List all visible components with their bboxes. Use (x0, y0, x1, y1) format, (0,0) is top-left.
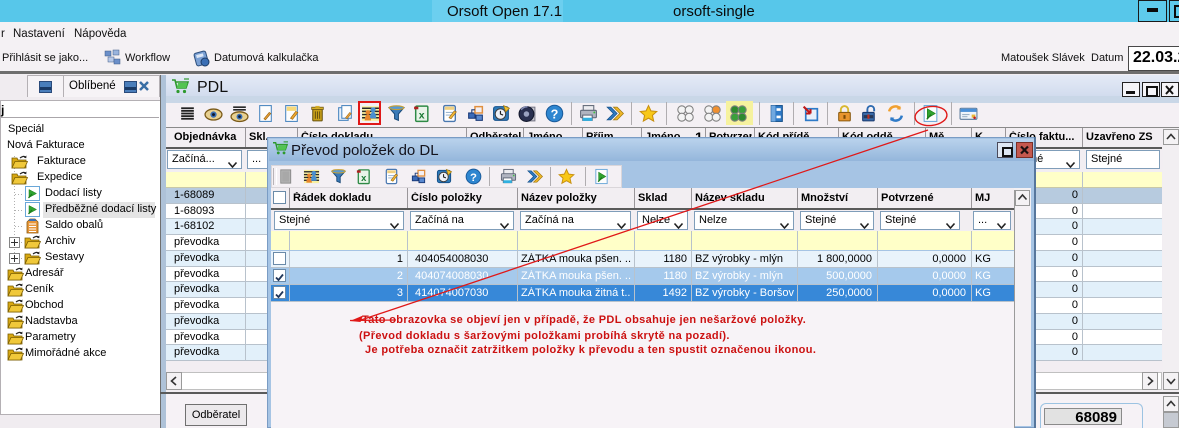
svg-text:?: ? (470, 172, 477, 184)
svg-text:x: x (419, 109, 425, 121)
svg-text:x: x (361, 173, 367, 184)
svg-text:?: ? (551, 107, 559, 121)
